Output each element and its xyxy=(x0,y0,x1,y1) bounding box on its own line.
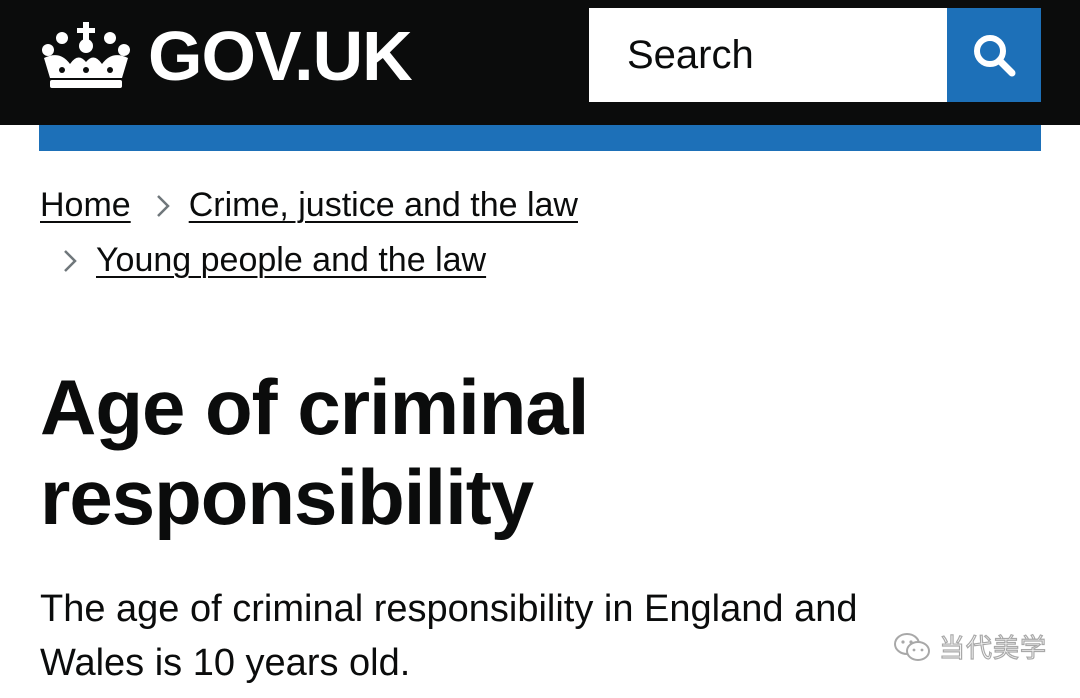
breadcrumb-row-1: Home Crime, justice and the law xyxy=(40,178,1040,233)
watermark-text: 当代美学 xyxy=(938,633,1048,664)
chevron-right-icon xyxy=(64,249,77,272)
chevron-right-icon xyxy=(156,194,170,217)
breadcrumb-young-people-link[interactable]: Young people and the law xyxy=(96,233,486,288)
search-button[interactable] xyxy=(947,8,1041,102)
breadcrumb-row-2: Young people and the law xyxy=(40,233,1040,288)
header-blue-bar xyxy=(39,125,1041,151)
breadcrumb-crime-justice-link[interactable]: Crime, justice and the law xyxy=(189,178,578,233)
lead-paragraph: The age of criminal responsibility in En… xyxy=(40,588,858,684)
breadcrumb: Home Crime, justice and the law Young pe… xyxy=(40,178,1040,288)
govuk-logo-link[interactable]: GOV.UK xyxy=(40,17,413,95)
search-form xyxy=(589,8,1041,102)
logo-text: GOV.UK xyxy=(148,17,413,95)
search-icon xyxy=(974,35,1016,77)
breadcrumb-home-link[interactable]: Home xyxy=(40,178,131,233)
watermark: 当代美学 xyxy=(893,628,1047,665)
wechat-icon xyxy=(894,632,930,661)
search-input[interactable] xyxy=(589,8,947,102)
crown-icon xyxy=(42,22,130,88)
page-title: Age of criminal responsibility xyxy=(40,363,589,541)
site-header: GOV.UK xyxy=(0,0,1080,125)
